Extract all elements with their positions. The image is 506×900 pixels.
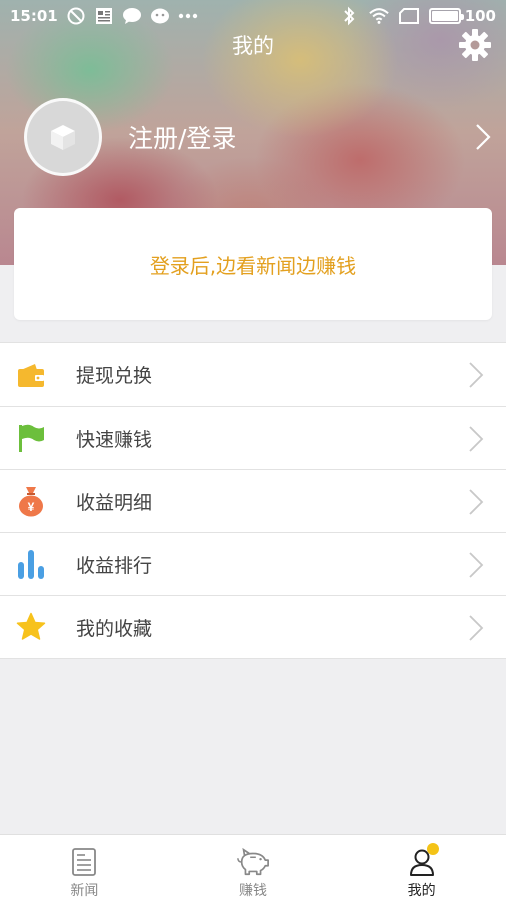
tab-label: 赚钱: [239, 883, 267, 899]
login-promo-text: 登录后,边看新闻边赚钱: [149, 253, 357, 278]
menu-item-quick-earn[interactable]: 快速赚钱: [0, 406, 506, 469]
money-bag-icon: ¥: [16, 484, 46, 518]
piggy-bank-icon: [236, 845, 270, 878]
login-entry[interactable]: 注册/登录: [24, 98, 494, 176]
status-time: 15:01: [10, 7, 58, 25]
news-app-icon: [94, 6, 114, 26]
tab-earn[interactable]: 赚钱: [169, 835, 338, 900]
chevron-right-icon: [469, 362, 484, 388]
bottom-nav: 新闻 赚钱 我的: [0, 834, 506, 900]
avatar[interactable]: [24, 98, 102, 176]
wallet-icon: [16, 358, 46, 392]
tab-label: 新闻: [70, 883, 99, 899]
bluetooth-icon: [339, 6, 359, 26]
wifi-icon: [368, 6, 389, 26]
menu-item-label: 我的收藏: [76, 617, 153, 640]
menu-item-label: 收益排行: [76, 554, 153, 577]
status-bar: 15:01 100: [0, 0, 506, 32]
do-not-disturb-icon: [66, 6, 86, 26]
login-promo-card[interactable]: 登录后,边看新闻边赚钱: [14, 208, 492, 320]
sim-icon: [398, 6, 419, 26]
chevron-right-icon: [469, 426, 484, 452]
battery-indicator: 100: [428, 7, 496, 25]
chevron-right-icon: [474, 122, 494, 152]
chevron-right-icon: [469, 552, 484, 578]
settings-button[interactable]: [456, 26, 494, 64]
wechat-icon: [150, 6, 170, 26]
tab-label: 我的: [407, 883, 436, 899]
star-icon: [16, 610, 46, 644]
battery-level: 100: [464, 7, 496, 25]
battery-icon: [428, 8, 464, 24]
page-title: 我的: [232, 34, 274, 58]
login-register-label[interactable]: 注册/登录: [128, 119, 236, 155]
more-dots-icon: [178, 6, 198, 26]
chevron-right-icon: [469, 489, 484, 515]
menu-item-label: 快速赚钱: [76, 428, 153, 451]
default-avatar-cube-icon: [51, 125, 75, 150]
menu-item-earnings-ranking[interactable]: 收益排行: [0, 532, 506, 595]
menu-item-label: 收益明细: [76, 491, 153, 514]
chat-bubble-icon: [122, 6, 142, 26]
notification-dot: [426, 843, 439, 855]
tab-mine[interactable]: 我的: [337, 835, 506, 900]
menu-item-withdraw[interactable]: 提现兑换: [0, 343, 506, 406]
menu-list: 提现兑换 快速赚钱 ¥ 收益明细 收益排行 我的收藏: [0, 342, 506, 659]
menu-item-earnings-detail[interactable]: ¥ 收益明细: [0, 469, 506, 532]
tab-news[interactable]: 新闻: [0, 835, 169, 900]
newspaper-icon: [67, 845, 101, 878]
svg-text:¥: ¥: [28, 500, 35, 514]
chevron-right-icon: [469, 615, 484, 641]
menu-item-label: 提现兑换: [76, 365, 153, 387]
flag-icon: [16, 421, 46, 455]
menu-item-favorites[interactable]: 我的收藏: [0, 595, 506, 658]
user-icon: [405, 843, 439, 878]
gear-icon: [459, 29, 491, 61]
bar-chart-icon: [16, 547, 46, 581]
